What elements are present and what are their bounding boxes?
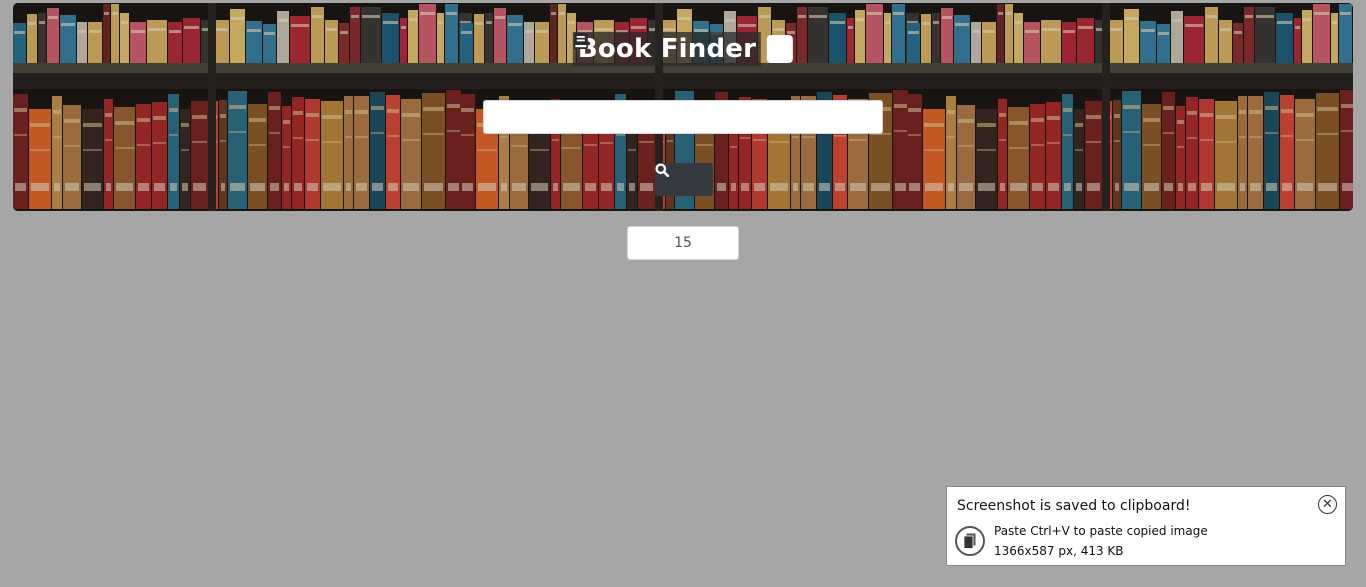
hero-banner: Book Finder xyxy=(13,3,1353,211)
results-count-input[interactable] xyxy=(627,226,739,260)
clipboard-icon xyxy=(955,526,985,556)
search-input[interactable] xyxy=(483,100,883,134)
search-icon xyxy=(655,163,669,177)
book-icon xyxy=(573,33,794,63)
screenshot-toast: Screenshot is saved to clipboard! ✕ Past… xyxy=(946,486,1346,566)
page-title-text: Book Finder xyxy=(572,32,762,66)
page-title: Book Finder xyxy=(572,32,794,66)
toast-image-info: 1366x587 px, 413 KB xyxy=(994,544,1124,558)
close-icon[interactable]: ✕ xyxy=(1318,495,1337,514)
toast-instruction: Paste Ctrl+V to paste copied image xyxy=(994,524,1208,538)
search-button[interactable] xyxy=(655,163,713,196)
toast-title: Screenshot is saved to clipboard! xyxy=(957,498,1191,514)
